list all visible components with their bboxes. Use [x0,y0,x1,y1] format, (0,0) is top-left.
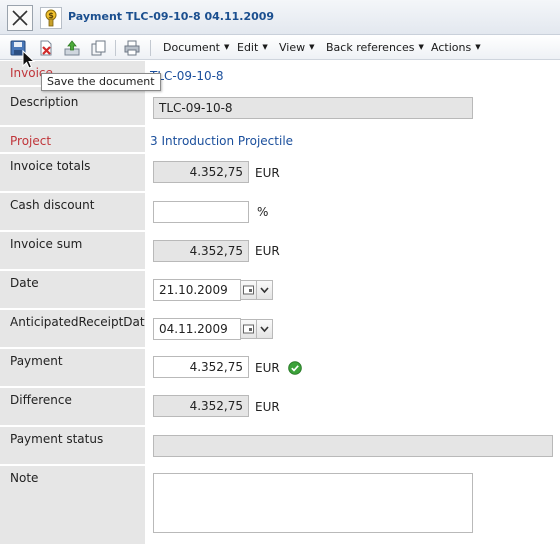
toolbar-separator [115,40,116,56]
note-textarea[interactable] [153,473,473,533]
window-title: Payment TLC-09-10-8 04.11.2009 [68,10,275,23]
calendar-button[interactable] [240,280,257,300]
delete-button[interactable] [36,38,56,58]
payment-input[interactable]: 4.352,75 [153,356,249,378]
row-payment-status: Payment status [0,427,560,466]
date-input[interactable]: 21.10.2009 [153,279,241,301]
project-link[interactable]: 3 Introduction Projectile [150,134,293,148]
toolbar-separator [150,40,151,56]
menu-label: Actions [431,41,472,54]
chevron-down-icon [260,326,269,333]
payment-type-icon: $ [40,7,62,29]
invoice-sum-label: Invoice sum [10,237,83,251]
row-anticipated-receipt-date: AnticipatedReceiptDate 04.11.2009 [0,310,560,349]
calendar-icon [243,324,254,334]
chevron-down-icon: ▼ [475,43,481,51]
calendar-icon [243,285,254,295]
currency-label: EUR [255,166,280,180]
check-icon [288,361,302,375]
payment-label: Payment [10,354,63,368]
delete-icon [40,40,52,56]
menu-label: Back references [326,41,415,54]
payment-status-field[interactable] [153,435,553,457]
print-button[interactable] [122,38,142,58]
invoice-link[interactable]: TLC-09-10-8 [150,69,224,83]
close-button[interactable] [7,5,33,31]
note-label: Note [10,471,39,485]
menu-label: View [279,41,306,54]
description-label: Description [10,95,79,109]
row-description: Description TLC-09-10-8 [0,87,560,127]
project-label: Project [10,134,52,148]
payment-status-label: Payment status [10,432,104,446]
row-invoice-sum: Invoice sum 4.352,75 EUR [0,232,560,271]
copy-icon [91,40,106,56]
toolbar: Document ▼ Edit ▼ View ▼ Back references ▼ A… [0,35,560,60]
menu-label: Edit [237,41,259,54]
cash-discount-label: Cash discount [10,198,95,212]
menu-view[interactable]: View ▼ [279,41,315,54]
invoice-sum-field[interactable]: 4.352,75 [153,240,249,262]
chevron-down-icon: ▼ [418,43,424,51]
export-button[interactable] [62,38,82,58]
chevron-down-icon: ▼ [224,43,230,51]
calendar-button[interactable] [240,319,257,339]
chevron-down-icon: ▼ [262,43,268,51]
invoice-totals-label: Invoice totals [10,159,91,173]
menu-back-references[interactable]: Back references ▼ [326,41,424,54]
close-icon [12,10,28,26]
menu-edit[interactable]: Edit ▼ [237,41,268,54]
percent-label: % [257,205,269,219]
invoice-totals-field[interactable]: 4.352,75 [153,161,249,183]
export-icon [64,40,80,56]
menu-actions[interactable]: Actions ▼ [431,41,481,54]
difference-field[interactable]: 4.352,75 [153,395,249,417]
chevron-down-icon [260,287,269,294]
cash-discount-input[interactable] [153,201,249,223]
currency-label: EUR [255,400,280,414]
mouse-cursor-icon [22,50,36,69]
difference-label: Difference [10,393,72,407]
title-bar: $ Payment TLC-09-10-8 04.11.2009 [0,0,560,35]
row-invoice-totals: Invoice totals 4.352,75 EUR [0,154,560,193]
row-payment: Payment 4.352,75 EUR [0,349,560,388]
save-tooltip: Save the document [41,73,161,91]
row-date: Date 21.10.2009 [0,271,560,310]
currency-label: EUR [255,361,280,375]
anticipated-receipt-date-input[interactable]: 04.11.2009 [153,318,241,340]
currency-label: EUR [255,244,280,258]
date-dropdown-button[interactable] [256,319,273,339]
description-field[interactable]: TLC-09-10-8 [153,97,473,119]
date-dropdown-button[interactable] [256,280,273,300]
menu-label: Document [163,41,220,54]
menu-document[interactable]: Document ▼ [163,41,229,54]
row-project: Project 3 Introduction Projectile [0,127,560,154]
row-cash-discount: Cash discount % [0,193,560,232]
anticipated-receipt-date-label: AnticipatedReceiptDate [10,315,152,329]
copy-button[interactable] [88,38,108,58]
row-difference: Difference 4.352,75 EUR [0,388,560,427]
print-icon [124,40,140,56]
row-note: Note [0,466,560,546]
date-label: Date [10,276,39,290]
chevron-down-icon: ▼ [309,43,315,51]
